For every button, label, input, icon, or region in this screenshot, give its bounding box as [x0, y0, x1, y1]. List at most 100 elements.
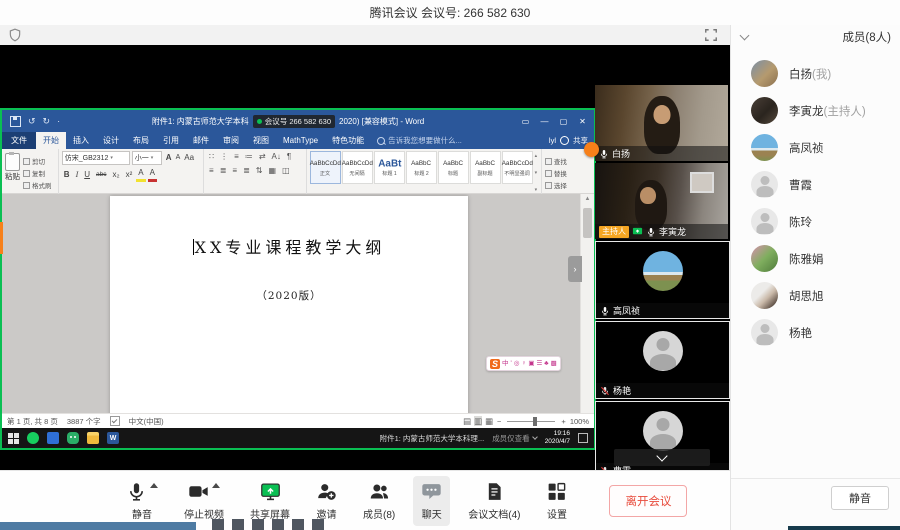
- font-tool-button[interactable]: I: [74, 169, 81, 181]
- member-row[interactable]: 杨艳: [731, 314, 900, 351]
- close-icon[interactable]: ✕: [573, 112, 592, 130]
- word-account-area[interactable]: lyl 共享: [549, 135, 588, 146]
- caret-up-icon[interactable]: [150, 483, 158, 488]
- panel-mute-button[interactable]: 静音: [831, 486, 889, 510]
- chevron-down-icon[interactable]: [740, 31, 750, 41]
- word-tab-1[interactable]: 文件: [2, 132, 36, 149]
- share-permission-hint[interactable]: 成员仅查看: [492, 433, 537, 444]
- member-row[interactable]: 李寅龙(主持人): [731, 92, 900, 129]
- paragraph-tool-button[interactable]: ⋮: [218, 151, 230, 163]
- sogou-tool-icon[interactable]: ☰: [536, 359, 542, 369]
- zoom-in-icon[interactable]: +: [561, 417, 565, 426]
- video-strip-collapse-button[interactable]: [614, 449, 710, 466]
- zoom-level[interactable]: 100%: [570, 417, 589, 426]
- toolbar-meeting-docs-button[interactable]: 会议文档(4): [460, 476, 528, 526]
- sogou-tool-icon[interactable]: ': [511, 359, 512, 369]
- word-tab-4[interactable]: 设计: [96, 132, 126, 149]
- language-indicator[interactable]: 中文(中国): [129, 416, 164, 427]
- view-mode-icon[interactable]: ▤: [463, 416, 471, 426]
- style-chip[interactable]: AaBbCcDd无间隔: [342, 151, 373, 184]
- leave-meeting-button[interactable]: 离开会议: [609, 485, 687, 517]
- paragraph-tool-button[interactable]: ≣: [241, 165, 252, 177]
- paragraph-tool-button[interactable]: ¶: [285, 151, 293, 163]
- sogou-input-toolbar[interactable]: S 中'◎♀▣☰♣▩: [486, 356, 561, 371]
- video-tile[interactable]: 白扬: [595, 85, 728, 161]
- fullscreen-icon[interactable]: [704, 28, 718, 42]
- paragraph-tool-button[interactable]: ⇄: [257, 151, 268, 163]
- editing-button[interactable]: 替换: [545, 168, 591, 178]
- clipboard-button[interactable]: 格式刷: [23, 180, 52, 190]
- member-row[interactable]: 高凤祯: [731, 129, 900, 166]
- style-gallery-scroll[interactable]: ▴▾▾: [534, 151, 538, 195]
- clipboard-button[interactable]: 剪切: [23, 156, 52, 166]
- restore-icon[interactable]: ▢: [554, 112, 573, 130]
- paragraph-tool-button[interactable]: ≡: [207, 165, 216, 177]
- member-row[interactable]: 白扬(我): [731, 55, 900, 92]
- member-row[interactable]: 陈玲: [731, 203, 900, 240]
- zoom-out-icon[interactable]: −: [497, 417, 501, 426]
- font-tool-button[interactable]: A: [148, 167, 157, 182]
- taskbar-wechat-icon[interactable]: [67, 432, 79, 444]
- style-chip[interactable]: AaBbC副标题: [470, 151, 501, 184]
- window-titlebar[interactable]: 腾讯会议 会议号: 266 582 630: [0, 0, 900, 26]
- video-tile[interactable]: 高凤祯: [595, 241, 730, 319]
- font-size-select[interactable]: 小一: [132, 151, 162, 165]
- style-chip[interactable]: AaBbCcDd正文: [310, 151, 341, 184]
- document-page[interactable]: XX专业课程教学大纲 （2020版） S 中'◎♀▣☰♣▩: [110, 196, 468, 413]
- word-tab-2[interactable]: 开始: [36, 132, 66, 149]
- sogou-tool-icon[interactable]: ▣: [528, 359, 534, 369]
- video-tile[interactable]: 杨艳: [595, 321, 730, 399]
- member-row[interactable]: 曹霞: [731, 166, 900, 203]
- toolbar-settings-button[interactable]: 设置: [538, 476, 575, 526]
- word-tab-10[interactable]: MathType: [276, 132, 325, 149]
- document-scrollbar[interactable]: ▲: [580, 194, 594, 413]
- ribbon-display-icon[interactable]: ▭: [516, 112, 535, 130]
- paragraph-tool-button[interactable]: ≔: [243, 151, 255, 163]
- paragraph-tool-button[interactable]: A↓: [270, 151, 283, 163]
- scrollbar-thumb[interactable]: [583, 208, 592, 238]
- scroll-up-icon[interactable]: ▲: [581, 194, 594, 204]
- editing-button[interactable]: 选择: [545, 180, 591, 190]
- word-tab-9[interactable]: 视图: [246, 132, 276, 149]
- undo-icon[interactable]: ↺: [28, 116, 36, 127]
- notification-icon[interactable]: [578, 433, 588, 443]
- paragraph-tool-button[interactable]: ≣: [218, 165, 229, 177]
- paste-button[interactable]: 粘贴: [5, 151, 20, 195]
- word-tab-7[interactable]: 邮件: [186, 132, 216, 149]
- paragraph-tool-button[interactable]: ≡: [230, 165, 239, 177]
- windows-start-icon[interactable]: [8, 433, 19, 444]
- font-tool-button[interactable]: A: [136, 167, 145, 182]
- spellcheck-icon[interactable]: [110, 416, 120, 426]
- tell-me-search[interactable]: 告诉我您想要做什么...: [377, 135, 462, 146]
- clipboard-button[interactable]: 复制: [23, 168, 52, 178]
- sogou-tool-icon[interactable]: 中: [502, 359, 509, 369]
- font-name-select[interactable]: 仿宋_GB2312: [62, 151, 130, 165]
- redo-icon[interactable]: ↻: [43, 116, 51, 127]
- font-tool-button[interactable]: x²: [124, 169, 135, 181]
- sogou-tool-icon[interactable]: ◎: [514, 359, 520, 369]
- sogou-tool-icon[interactable]: ♀: [521, 359, 526, 369]
- word-quick-access-toolbar[interactable]: ↺ ↻ ·: [10, 116, 60, 127]
- word-titlebar[interactable]: ↺ ↻ · 附件1: 内蒙古师范大学本科 会议号 266 582 630 202…: [2, 110, 594, 132]
- paragraph-tool-button[interactable]: ≡: [232, 151, 241, 163]
- word-tab-6[interactable]: 引用: [156, 132, 186, 149]
- view-mode-icon[interactable]: ▦: [485, 416, 493, 426]
- video-tile[interactable]: 主持人李寅龙: [595, 163, 728, 239]
- word-count[interactable]: 3887 个字: [67, 416, 101, 427]
- word-tab-11[interactable]: 特色功能: [325, 132, 371, 149]
- font-tool-button[interactable]: Aa: [182, 152, 196, 164]
- minimize-icon[interactable]: —: [535, 112, 554, 130]
- taskbar-app-blue-icon[interactable]: [47, 432, 59, 444]
- font-tool-button[interactable]: A: [164, 152, 174, 164]
- sogou-tool-icon[interactable]: ▩: [551, 359, 557, 369]
- toolbar-mute-button[interactable]: 静音: [118, 476, 166, 526]
- taskbar-folder-icon[interactable]: [87, 432, 99, 444]
- word-tab-8[interactable]: 审阅: [216, 132, 246, 149]
- font-tool-button[interactable]: A: [174, 152, 183, 164]
- style-chip[interactable]: AaBt标题 1: [374, 151, 405, 184]
- taskbar-app-green-icon[interactable]: [27, 432, 39, 444]
- font-tool-button[interactable]: x₂: [111, 169, 122, 181]
- taskbar-doc-title[interactable]: 附件1: 内蒙古师范大学本科理...: [380, 433, 485, 444]
- paragraph-tool-button[interactable]: ∷: [207, 151, 216, 163]
- paragraph-tool-button[interactable]: ◫: [280, 165, 292, 177]
